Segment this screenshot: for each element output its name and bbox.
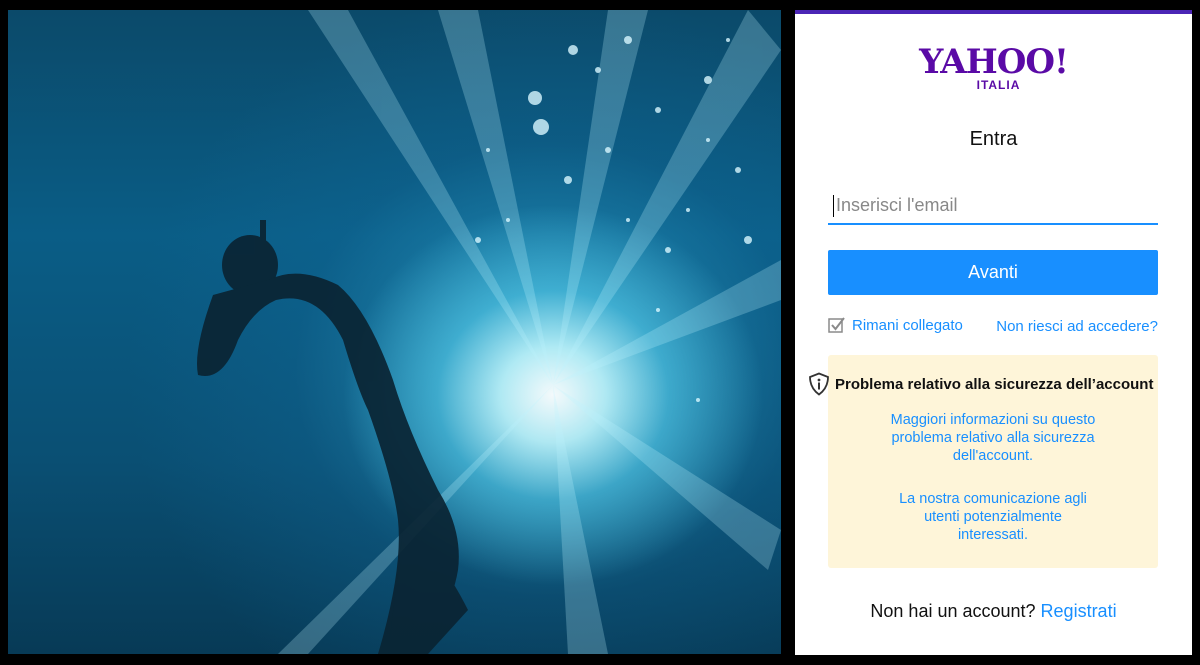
security-info-link[interactable]: Maggiori informazioni su questo problema… — [828, 411, 1158, 465]
next-button[interactable]: Avanti — [828, 250, 1158, 295]
forgot-account-link[interactable]: Non riesci ad accedere? — [996, 318, 1158, 335]
yahoo-logo: YAHOO! ITALIA — [795, 44, 1192, 92]
remember-me-checkbox[interactable]: Rimani collegato — [828, 316, 963, 334]
alert-header: Problema relativo alla sicurezza dell’ac… — [808, 372, 1178, 396]
shield-info-icon — [809, 372, 829, 396]
email-input[interactable] — [828, 187, 1158, 225]
checkbox-checked-icon[interactable] — [828, 316, 846, 334]
logo-wordmark: YAHOO! — [919, 42, 1069, 82]
login-panel: YAHOO! ITALIA Entra Avanti Rimani colleg… — [795, 10, 1192, 655]
alert-title: Problema relativo alla sicurezza dell’ac… — [835, 375, 1154, 393]
remember-me-label[interactable]: Rimani collegato — [852, 317, 963, 334]
signup-text: Non hai un account? — [870, 601, 1036, 621]
register-link[interactable]: Registrati — [1041, 601, 1117, 621]
signup-prompt: Non hai un account? Registrati — [795, 601, 1192, 622]
user-communication-link[interactable]: La nostra comunicazione agli utenti pote… — [828, 490, 1158, 544]
hero-background-image — [8, 10, 781, 654]
text-caret — [833, 195, 834, 217]
logo-region: ITALIA — [976, 78, 1021, 92]
security-alert-box: Problema relativo alla sicurezza dell’ac… — [809, 355, 1158, 568]
diver-silhouette-graphic — [197, 10, 781, 654]
page-title: Entra — [969, 128, 1018, 150]
